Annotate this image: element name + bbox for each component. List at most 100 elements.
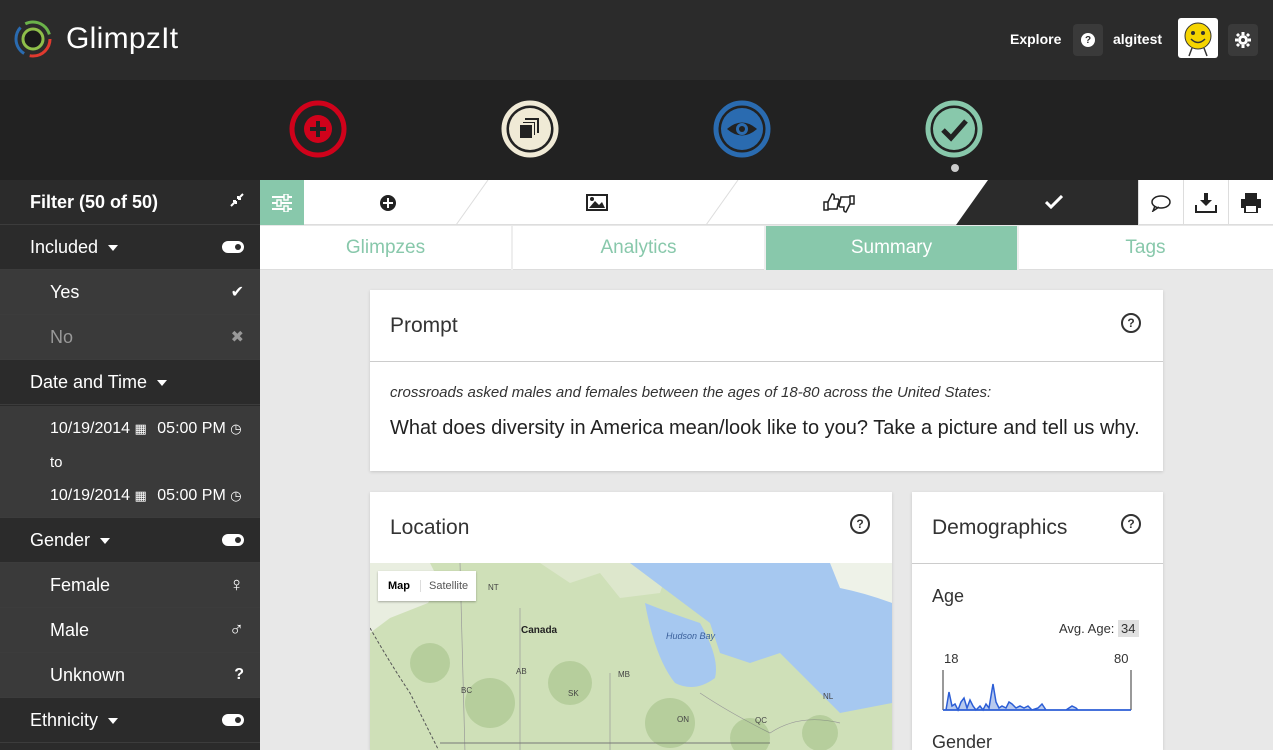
ethnicity-label: Ethnicity [30,709,99,730]
location-title: Location [390,516,470,539]
clock-icon[interactable]: ◷ [230,421,241,436]
prompt-question: What does diversity in America mean/look… [390,417,1140,439]
map-label: Hudson Bay [666,631,716,641]
workflow-steps [0,80,1273,180]
brand-name[interactable]: GlimpzIt [66,22,178,56]
help-icon[interactable]: ? [1121,313,1141,333]
eye-step-icon[interactable] [713,100,771,158]
glimpzes-step-icon[interactable] [501,100,559,158]
to-label: to [50,454,63,471]
from-time[interactable]: 05:00 PM [157,420,225,437]
map-label: AB [516,667,527,676]
gender-toggle[interactable] [222,534,244,546]
add-circle-icon[interactable] [379,194,397,212]
username-link[interactable]: algitest [1113,31,1162,47]
included-yes-option[interactable]: Yes ✔ [0,270,260,315]
collapse-icon[interactable] [230,192,244,212]
age-label: Age [932,586,965,606]
explore-link[interactable]: Explore [1010,31,1061,47]
map-label: QC [755,716,767,725]
avg-age-value: 34 [1118,620,1139,637]
gender-female-option[interactable]: Female ♀ [0,563,260,608]
avatar[interactable] [1178,18,1218,58]
chevron-down-icon [100,537,111,544]
location-card: Location ? Map Satellite NT Canada Hudso… [370,492,892,750]
map-label: NL [823,692,834,701]
glimpzit-logo-icon[interactable] [14,20,52,58]
ethnicity-filter[interactable]: Ethnicity [0,698,260,743]
demographics-card: Demographics ? Age Avg. Age: 34 18 80 Ge… [912,492,1163,750]
toolbar [260,180,1273,225]
avg-age-label: Avg. Age: [1059,621,1115,636]
check-step-icon[interactable] [925,100,983,158]
chevron-down-icon [108,717,119,724]
from-date[interactable]: 10/19/2014 [50,420,130,437]
to-time[interactable]: 05:00 PM [157,487,225,504]
comment-icon [1151,194,1171,212]
male-label: Male [50,619,90,640]
prompt-subtitle: crossroads asked males and females betwe… [390,384,992,401]
map-label: BC [461,686,473,695]
location-map[interactable]: Map Satellite NT Canada Hudson Bay AB MB… [370,563,892,750]
prompt-title: Prompt [390,314,458,337]
help-icon: ? [1081,33,1095,47]
included-toggle[interactable] [222,241,244,253]
download-button[interactable] [1183,180,1228,225]
no-label: No [50,326,74,347]
close-icon: ✖ [230,329,244,346]
unknown-label: Unknown [50,664,126,685]
map-button[interactable]: Map [378,580,420,592]
active-step-indicator [951,164,959,172]
map-label: SK [568,689,579,698]
check-icon: ✔ [230,284,244,301]
comment-button[interactable] [1138,180,1183,225]
tab-tags[interactable]: Tags [1019,226,1272,270]
tab-glimpzes[interactable]: Glimpzes [260,226,513,270]
yes-label: Yes [50,281,80,302]
settings-button[interactable] [1228,24,1258,56]
print-button[interactable] [1228,180,1273,225]
gender-unknown-option[interactable]: Unknown ? [0,653,260,698]
female-icon: ♀ [229,573,244,596]
help-icon[interactable]: ? [1121,514,1141,534]
thumbs-up-down-icon[interactable] [822,192,856,214]
filter-header: Filter (50 of 50) [0,180,260,225]
included-no-option[interactable]: No ✖ [0,315,260,360]
max-age: 80 [1114,651,1129,666]
included-filter[interactable]: Included [0,225,260,270]
to-date[interactable]: 10/19/2014 [50,487,130,504]
tab-analytics[interactable]: Analytics [513,226,766,270]
check-icon[interactable] [1045,195,1063,209]
prompt-card: Prompt ? crossroads asked males and fema… [370,290,1163,471]
date-range: 10/19/2014 ▦ 05:00 PM ◷ to 10/19/2014 ▦ … [0,406,260,518]
male-icon: ♂ [229,618,244,641]
satellite-button[interactable]: Satellite [420,580,476,592]
help-button[interactable]: ? [1073,24,1103,56]
included-label: Included [30,236,99,257]
map-label: Canada [521,625,558,636]
gender-chart-label: Gender [932,732,993,750]
calendar-icon[interactable]: ▦ [135,421,147,436]
clock-icon[interactable]: ◷ [230,488,241,503]
gender-filter[interactable]: Gender [0,518,260,563]
female-label: Female [50,574,111,595]
top-navbar: GlimpzIt Explore ? algitest [0,0,1273,80]
view-tabs: Glimpzes Analytics Summary Tags [260,226,1273,270]
date-time-filter[interactable]: Date and Time [0,360,260,405]
filter-title: Filter (50 of 50) [30,191,159,212]
add-step-icon[interactable] [289,100,347,158]
ethnicity-toggle[interactable] [222,714,244,726]
calendar-icon[interactable]: ▦ [135,488,147,503]
gender-label: Gender [30,529,91,550]
tab-summary[interactable]: Summary [766,226,1019,270]
help-icon[interactable]: ? [850,514,870,534]
download-icon [1195,192,1217,213]
gender-male-option[interactable]: Male ♂ [0,608,260,653]
map-label: ON [677,715,689,724]
chevron-down-icon [157,379,168,386]
avatar-image [1184,22,1212,57]
image-icon[interactable] [586,194,608,211]
toolbar-dividers [455,180,1138,225]
demographics-title: Demographics [932,516,1068,539]
gear-icon [1235,32,1251,48]
